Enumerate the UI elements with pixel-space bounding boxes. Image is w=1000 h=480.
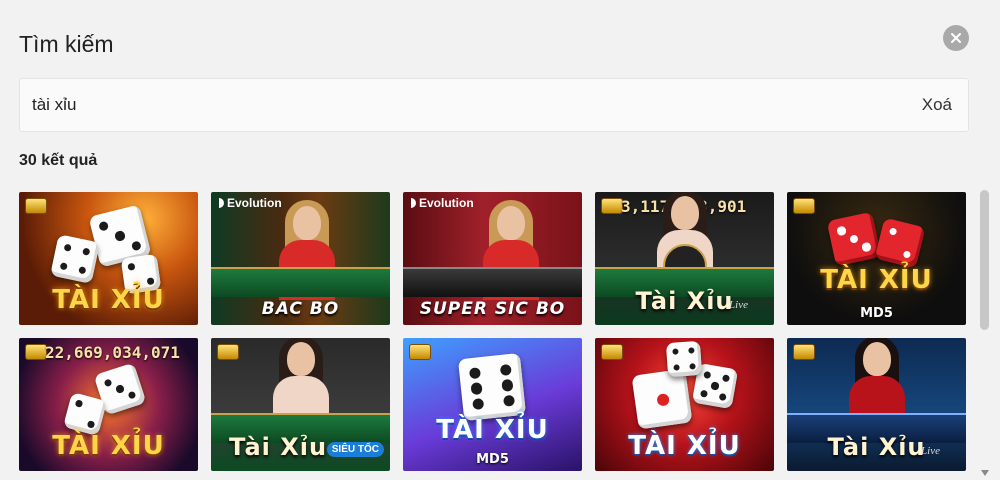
game-subtitle: MD5 (476, 452, 509, 467)
dice-icon (457, 352, 527, 422)
brand-logo-icon (217, 344, 239, 360)
game-tile[interactable]: TÀI XỈU MD5 (787, 192, 966, 325)
brand-logo-icon (793, 198, 815, 214)
game-title: TÀI XỈU (52, 285, 165, 315)
brand-logo-icon (409, 344, 431, 360)
scrollbar[interactable] (980, 190, 989, 330)
dice-icon (631, 368, 693, 430)
game-title: SUPER SIC BO (419, 299, 566, 319)
results-grid: TÀI XỈU Evolution BAC BO Evolution SUPER… (19, 192, 969, 480)
table-image (403, 267, 582, 297)
close-button[interactable] (943, 25, 969, 51)
game-tile[interactable]: Tài Xỉu Live (787, 338, 966, 471)
brand-logo-icon (793, 344, 815, 360)
search-box: Xoá (19, 78, 969, 132)
clear-button[interactable]: Xoá (922, 95, 952, 115)
game-title: TÀI XỈU (436, 415, 549, 445)
live-tag: Live (729, 299, 748, 311)
game-title: TÀI XỈU (820, 265, 933, 295)
game-tile[interactable]: Evolution BAC BO (211, 192, 390, 325)
game-title: BAC BO (261, 299, 340, 319)
scroll-down-arrow-icon[interactable] (981, 470, 989, 476)
game-tile[interactable]: TÀI XỈU (595, 338, 774, 471)
game-tile[interactable]: Tài Xỉu SIÊU TỐC (211, 338, 390, 471)
result-count: 30 kết quả (19, 152, 98, 169)
game-title: TÀI XỈU (628, 431, 741, 461)
brand-logo-icon (25, 344, 47, 360)
brand-logo-icon (25, 198, 47, 214)
dice-icon (665, 340, 703, 378)
game-tile[interactable]: TÀI XỈU (19, 192, 198, 325)
search-input[interactable] (32, 79, 852, 131)
close-icon (951, 33, 961, 43)
dice-icon (50, 234, 100, 284)
speed-badge: SIÊU TỐC (326, 442, 384, 457)
provider-label: Evolution (411, 196, 474, 210)
brand-logo-icon (601, 198, 623, 214)
game-tile[interactable]: 3,117,903,901 Tài Xỉu Live (595, 192, 774, 325)
game-subtitle: MD5 (860, 306, 893, 321)
game-tile[interactable]: Evolution SUPER SIC BO (403, 192, 582, 325)
dice-icon (826, 211, 882, 267)
game-tile[interactable]: 22,669,034,071 TÀI XỈU (19, 338, 198, 471)
game-title: TÀI XỈU (52, 431, 165, 461)
table-image (211, 267, 390, 297)
game-tile[interactable]: TÀI XỈU MD5 (403, 338, 582, 471)
jackpot-amount: 22,669,034,071 (45, 343, 180, 362)
page-title: Tìm kiếm (19, 31, 114, 57)
live-tag: Live (921, 445, 940, 457)
brand-logo-icon (601, 344, 623, 360)
